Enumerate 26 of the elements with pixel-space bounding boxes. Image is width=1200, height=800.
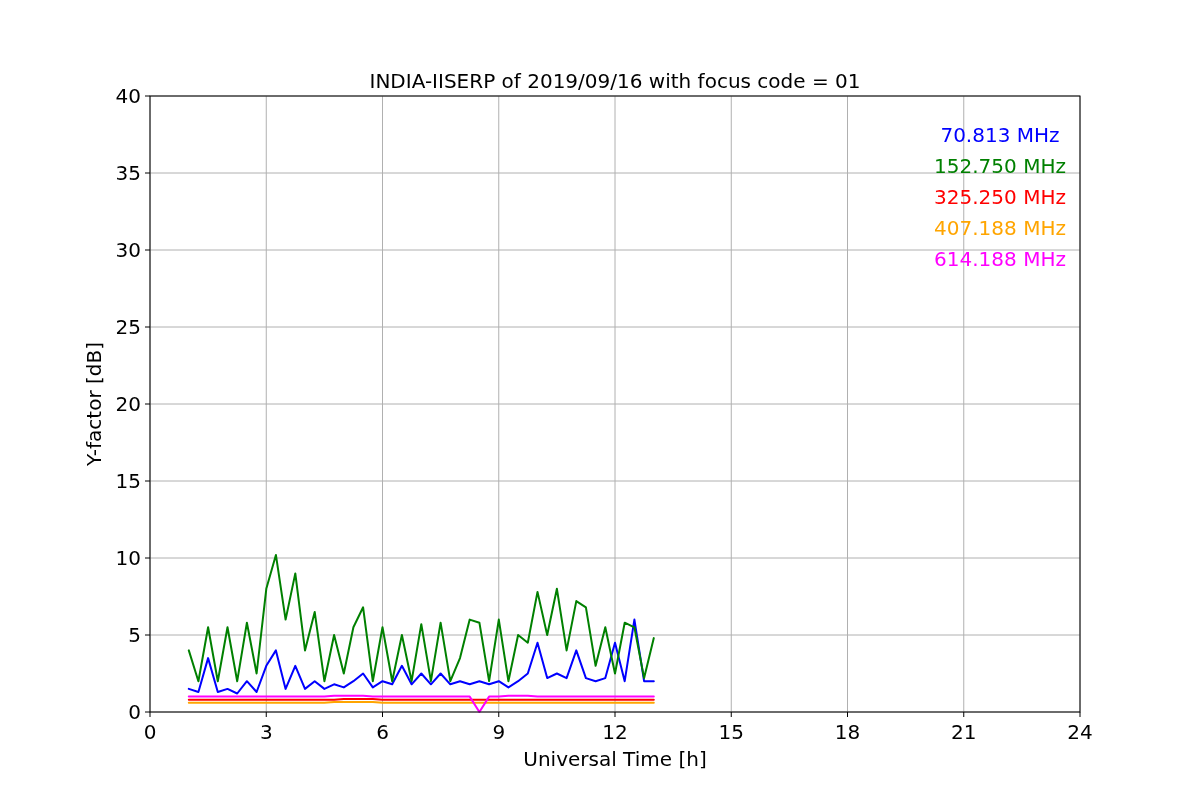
tick-label: 10 — [115, 546, 141, 570]
tick-label: 6 — [376, 720, 389, 744]
legend-label: 152.750 MHz — [934, 154, 1066, 178]
tick-label: 20 — [115, 392, 141, 416]
legend-label: 614.188 MHz — [934, 247, 1066, 271]
tick-label: 24 — [1067, 720, 1093, 744]
x-axis-label: Universal Time [h] — [523, 747, 707, 771]
chart-title: INDIA-IISERP of 2019/09/16 with focus code = 01 — [369, 69, 861, 93]
tick-label: 25 — [115, 315, 141, 339]
legend-label: 70.813 MHz — [940, 123, 1060, 147]
tick-label: 0 — [128, 700, 141, 724]
tick-label: 15 — [115, 469, 141, 493]
legend-label: 407.188 MHz — [934, 216, 1066, 240]
tick-label: 18 — [834, 720, 861, 744]
tick-label: 40 — [115, 84, 141, 108]
tick-label: 0 — [143, 720, 157, 744]
tick-label: 15 — [718, 720, 744, 744]
tick-label: 5 — [128, 623, 141, 647]
tick-label: 30 — [115, 238, 141, 262]
tick-label: 3 — [259, 720, 273, 744]
tick-label: 12 — [602, 720, 628, 744]
y-axis-label: Y-factor [dB] — [82, 342, 106, 466]
legend-label: 325.250 MHz — [934, 185, 1066, 209]
tick-label: 9 — [492, 720, 506, 744]
tick-label: 21 — [951, 720, 977, 744]
tick-label: 35 — [115, 161, 141, 185]
